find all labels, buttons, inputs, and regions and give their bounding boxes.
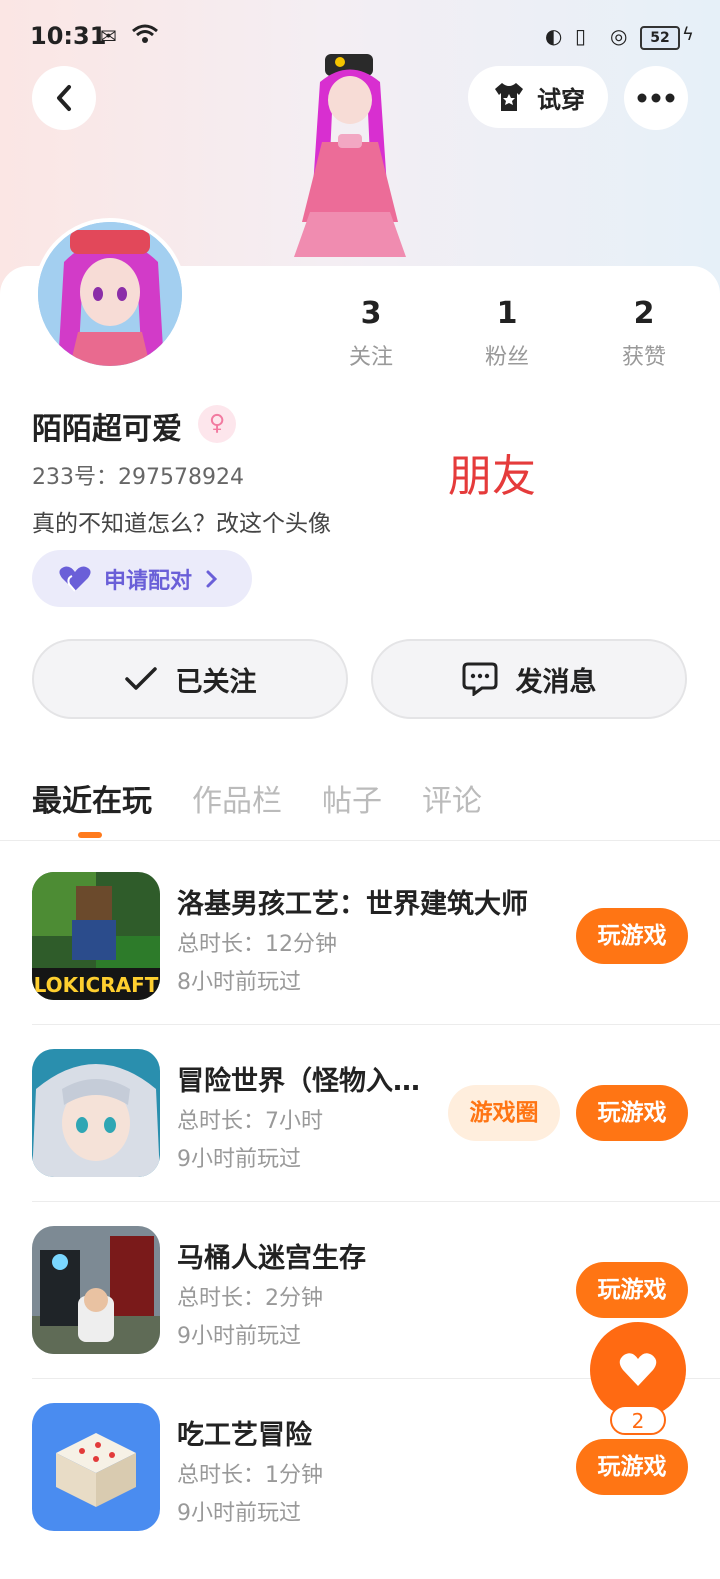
- try-on-button[interactable]: 试穿: [468, 66, 608, 128]
- friend-annotation: 朋友: [448, 451, 536, 502]
- send-message-button[interactable]: 发消息: [371, 639, 687, 719]
- female-gender-icon: ♀: [198, 405, 236, 443]
- profile-name: 陌陌超可爱: [32, 412, 182, 447]
- try-on-label: 试穿: [537, 85, 585, 114]
- chat-bubble-icon: [462, 662, 497, 696]
- tab-recently-played[interactable]: 最近在玩: [32, 776, 152, 820]
- more-dots-icon: [637, 93, 675, 103]
- svg-text:LOKICRAFT: LOKICRAFT: [34, 973, 159, 997]
- tabs-divider: [0, 840, 720, 841]
- followers-stat[interactable]: 1 粉丝: [452, 296, 562, 371]
- game-thumbnail: [32, 1226, 160, 1354]
- following-stat[interactable]: 3 关注: [316, 296, 426, 371]
- user-id: 233号：297578924: [32, 465, 244, 490]
- checkmark-icon: [124, 667, 157, 690]
- back-button[interactable]: [32, 66, 96, 130]
- game-last-played: 8小时前玩过: [177, 970, 301, 995]
- game-title: 洛基男孩工艺：世界建筑大师: [177, 889, 528, 920]
- tab-posts[interactable]: 帖子: [322, 776, 382, 820]
- game-thumbnail: [32, 1403, 160, 1531]
- lock-rotation-icon: ◎: [610, 24, 628, 48]
- notification-icon: ✉: [100, 24, 117, 48]
- tshirt-icon: [495, 83, 523, 111]
- tab-comments[interactable]: 评论: [422, 776, 482, 820]
- followers-label: 粉丝: [484, 345, 529, 370]
- game-duration: 总时长：1分钟: [177, 1463, 323, 1488]
- like-count-badge: 2: [610, 1405, 666, 1435]
- play-game-button[interactable]: 玩游戏: [576, 1262, 688, 1318]
- play-game-button[interactable]: 玩游戏: [576, 1085, 688, 1141]
- play-game-button[interactable]: 玩游戏: [576, 1439, 688, 1495]
- game-title: 冒险世界（怪物入…: [177, 1066, 420, 1097]
- vibrate-icon: ▯: [575, 24, 587, 48]
- more-options-button[interactable]: [624, 66, 688, 130]
- avatar-outfit-figure: [280, 52, 430, 267]
- avatar[interactable]: [34, 218, 186, 370]
- game-duration: 总时长：2分钟: [177, 1286, 323, 1311]
- data-saver-icon: ◐: [545, 24, 563, 48]
- game-last-played: 9小时前玩过: [177, 1147, 301, 1172]
- battery-indicator: 52: [640, 26, 680, 50]
- game-title: 吃工艺冒险: [177, 1420, 312, 1451]
- likes-count: 2: [633, 296, 655, 331]
- like-fab-button[interactable]: [590, 1322, 686, 1418]
- tab-works[interactable]: 作品栏: [192, 776, 282, 820]
- active-tab-indicator: [78, 832, 102, 838]
- heart-icon: [59, 566, 91, 592]
- likes-label: 获赞: [621, 345, 666, 370]
- profile-tabs: 最近在玩 作品栏 帖子 评论: [32, 776, 482, 820]
- chevron-right-icon: [206, 570, 218, 587]
- play-game-button[interactable]: 玩游戏: [576, 908, 688, 964]
- row-divider: [32, 1024, 720, 1025]
- game-list-item[interactable]: 冒险世界（怪物入… 总时长：7小时 9小时前玩过 游戏圈 玩游戏: [32, 1049, 720, 1225]
- charging-icon: ϟ: [682, 24, 694, 45]
- game-list-item[interactable]: LOKICRAFT 洛基男孩工艺：世界建筑大师 总时长：12分钟 8小时前玩过 …: [32, 872, 720, 1048]
- game-duration: 总时长：12分钟: [177, 932, 337, 957]
- game-thumbnail: [32, 1049, 160, 1177]
- request-pair-label: 申请配对: [104, 568, 193, 594]
- followers-count: 1: [496, 296, 518, 331]
- likes-stat[interactable]: 2 获赞: [589, 296, 699, 371]
- game-title: 马桶人迷宫生存: [177, 1243, 366, 1274]
- game-circle-button[interactable]: 游戏圈: [448, 1085, 560, 1141]
- game-duration: 总时长：7小时: [177, 1109, 323, 1134]
- followed-button[interactable]: 已关注: [32, 639, 348, 719]
- following-label: 关注: [348, 345, 393, 370]
- wifi-icon: [132, 24, 158, 49]
- heart-icon: [619, 1353, 657, 1386]
- game-last-played: 9小时前玩过: [177, 1501, 301, 1526]
- chevron-left-icon: [57, 85, 71, 111]
- row-divider: [32, 1201, 720, 1202]
- game-thumbnail: LOKICRAFT: [32, 872, 160, 1000]
- following-count: 3: [360, 296, 382, 331]
- followed-label: 已关注: [175, 666, 257, 698]
- send-message-label: 发消息: [515, 666, 597, 698]
- profile-bio: 真的不知道怎么？改这个头像: [32, 511, 331, 537]
- game-last-played: 9小时前玩过: [177, 1324, 301, 1349]
- request-pair-button[interactable]: 申请配对: [32, 550, 252, 607]
- status-time: 10:31: [30, 22, 107, 50]
